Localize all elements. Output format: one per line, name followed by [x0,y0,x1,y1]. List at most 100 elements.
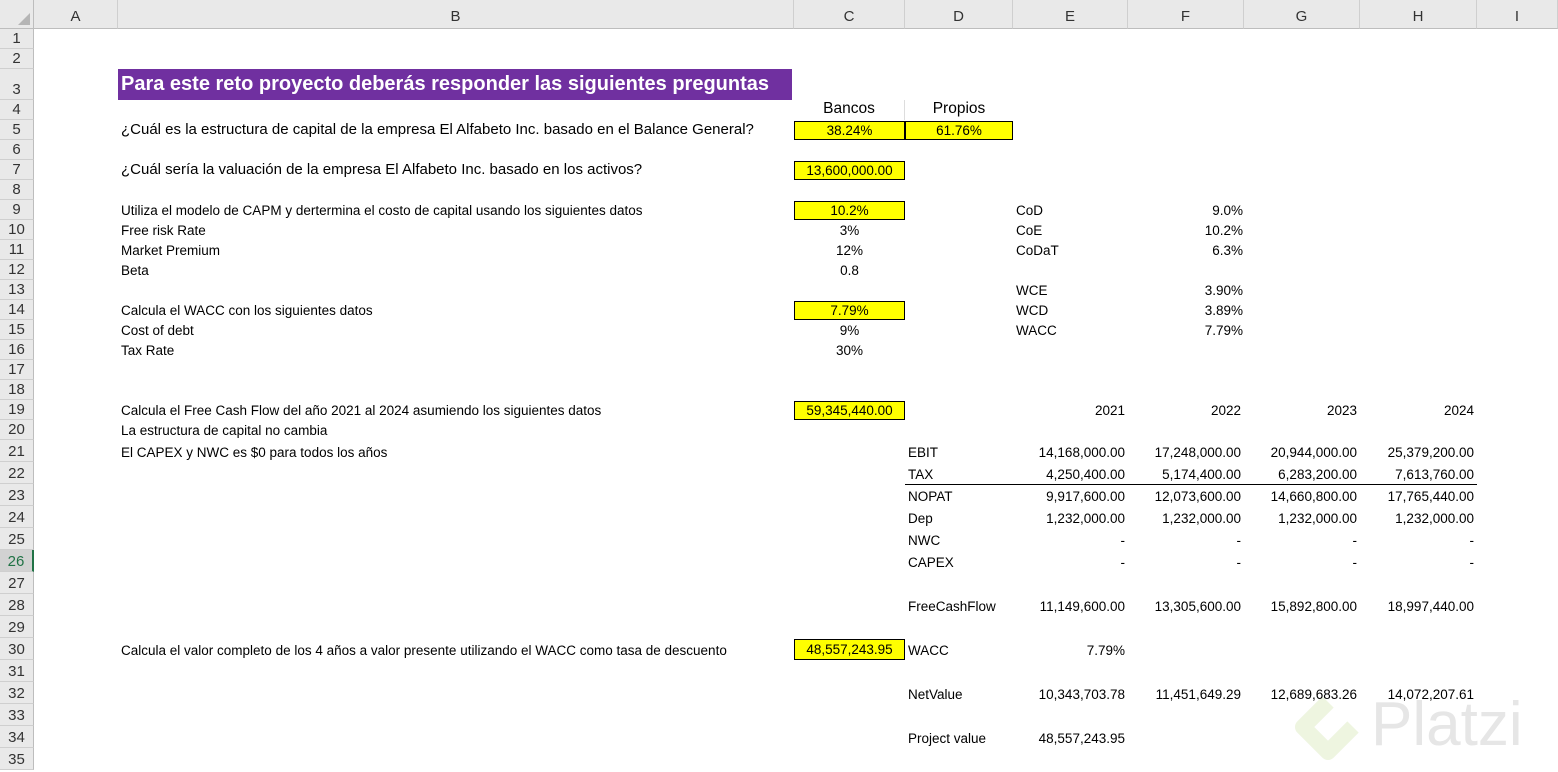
cell-b5[interactable]: ¿Cuál es la estructura de capital de la … [118,120,794,140]
cell-e28[interactable]: 11,149,600.00 [1013,594,1128,616]
cell-b9[interactable]: Utiliza el modelo de CAPM y dertermina e… [118,200,794,220]
row-header-24[interactable]: 24 [0,506,34,528]
cell-c7[interactable]: 13,600,000.00 [794,161,905,180]
row-header-13[interactable]: 13 [0,280,34,300]
cell-e14[interactable]: WCD [1013,300,1128,320]
cell-h19[interactable]: 2024 [1360,400,1477,420]
cell-f21[interactable]: 17,248,000.00 [1128,440,1244,462]
cell-b14[interactable]: Calcula el WACC con los siguientes datos [118,300,794,320]
cell-b12[interactable]: Beta [118,260,794,280]
row-header-34[interactable]: 34 [0,726,34,748]
row-header-2[interactable]: 2 [0,49,34,69]
cell-f32[interactable]: 11,451,649.29 [1128,682,1244,704]
row-header-19[interactable]: 19 [0,400,34,420]
cell-g19[interactable]: 2023 [1244,400,1360,420]
cell-g32[interactable]: 12,689,683.26 [1244,682,1360,704]
cell-b30[interactable]: Calcula el valor completo de los 4 años … [118,638,794,660]
cell-b19[interactable]: Calcula el Free Cash Flow del año 2021 a… [118,400,794,420]
column-header-c[interactable]: C [794,0,905,29]
cell-g22[interactable]: 6,283,200.00 [1244,462,1360,485]
cell-c16[interactable]: 30% [794,340,905,360]
cell-b16[interactable]: Tax Rate [118,340,794,360]
row-header-9[interactable]: 9 [0,200,34,220]
row-header-10[interactable]: 10 [0,220,34,240]
cell-d25[interactable]: NWC [905,528,1013,550]
cell-h32[interactable]: 14,072,207.61 [1360,682,1477,704]
row-header-22[interactable]: 22 [0,462,34,484]
cell-h25[interactable]: - [1360,528,1477,550]
cell-d28[interactable]: FreeCashFlow [905,594,1013,616]
cell-f13[interactable]: 3.90% [1128,280,1246,300]
cell-f15[interactable]: 7.79% [1128,320,1246,340]
cell-d21[interactable]: EBIT [905,440,1013,462]
cell-c9[interactable]: 10.2% [794,201,905,220]
cell-h22[interactable]: 7,613,760.00 [1360,462,1477,485]
row-header-27[interactable]: 27 [0,572,34,594]
cell-b21[interactable]: El CAPEX y NWC es $0 para todos los años [118,440,794,462]
cell-e32[interactable]: 10,343,703.78 [1013,682,1128,704]
cell-d23[interactable]: NOPAT [905,484,1013,506]
cell-b10[interactable]: Free risk Rate [118,220,794,240]
row-header-20[interactable]: 20 [0,420,34,440]
row-header-21[interactable]: 21 [0,440,34,462]
cell-c10[interactable]: 3% [794,220,905,240]
cell-d24[interactable]: Dep [905,506,1013,528]
column-header-d[interactable]: D [905,0,1013,29]
row-header-8[interactable]: 8 [0,180,34,200]
cell-f23[interactable]: 12,073,600.00 [1128,484,1244,506]
cell-g26[interactable]: - [1244,550,1360,572]
row-header-4[interactable]: 4 [0,100,34,120]
cell-c14[interactable]: 7.79% [794,301,905,320]
row-header-18[interactable]: 18 [0,380,34,400]
cell-c12[interactable]: 0.8 [794,260,905,280]
row-header-33[interactable]: 33 [0,704,34,726]
cell-e15[interactable]: WACC [1013,320,1128,340]
cell-h21[interactable]: 25,379,200.00 [1360,440,1477,462]
cell-b3[interactable]: Para este reto proyecto deberás responde… [118,69,792,100]
cell-f25[interactable]: - [1128,528,1244,550]
column-header-g[interactable]: G [1244,0,1360,29]
spreadsheet[interactable]: Platzi A B C D E F G H I 1 2 3 4 5 6 7 8 9 10 11 12 13 14 15 16 1… [0,0,1558,772]
cell-e26[interactable]: - [1013,550,1128,572]
column-header-f[interactable]: F [1128,0,1244,29]
cell-f11[interactable]: 6.3% [1128,240,1246,260]
column-header-h[interactable]: H [1360,0,1477,29]
row-header-12[interactable]: 12 [0,260,34,280]
cell-f22[interactable]: 5,174,400.00 [1128,462,1244,485]
row-header-15[interactable]: 15 [0,320,34,340]
row-header-14[interactable]: 14 [0,300,34,320]
row-header-28[interactable]: 28 [0,594,34,616]
cell-c11[interactable]: 12% [794,240,905,260]
cell-h24[interactable]: 1,232,000.00 [1360,506,1477,528]
cell-f26[interactable]: - [1128,550,1244,572]
cell-d26[interactable]: CAPEX [905,550,1013,572]
cell-e24[interactable]: 1,232,000.00 [1013,506,1128,528]
cell-c19[interactable]: 59,345,440.00 [794,401,905,420]
column-header-b[interactable]: B [118,0,794,29]
cell-f24[interactable]: 1,232,000.00 [1128,506,1244,528]
cell-f10[interactable]: 10.2% [1128,220,1246,240]
cell-c30[interactable]: 48,557,243.95 [794,639,905,660]
cell-e19[interactable]: 2021 [1013,400,1128,420]
cell-e34[interactable]: 48,557,243.95 [1013,726,1128,748]
cell-e9[interactable]: CoD [1013,200,1128,220]
cell-d5[interactable]: 61.76% [905,121,1013,140]
row-header-30[interactable]: 30 [0,638,34,660]
row-header-3[interactable]: 3 [0,69,34,100]
cell-g21[interactable]: 20,944,000.00 [1244,440,1360,462]
cell-d30[interactable]: WACC [905,638,1013,660]
cell-d34[interactable]: Project value [905,726,1013,748]
cell-c15[interactable]: 9% [794,320,905,340]
cell-g25[interactable]: - [1244,528,1360,550]
cell-e23[interactable]: 9,917,600.00 [1013,484,1128,506]
cell-b20[interactable]: La estructura de capital no cambia [118,420,794,440]
row-header-31[interactable]: 31 [0,660,34,682]
column-header-a[interactable]: A [34,0,118,29]
cell-d4[interactable]: Propios [905,100,1013,120]
row-header-25[interactable]: 25 [0,528,34,550]
row-header-5[interactable]: 5 [0,120,34,140]
cell-e30[interactable]: 7.79% [1013,638,1128,660]
row-header-29[interactable]: 29 [0,616,34,638]
cell-h23[interactable]: 17,765,440.00 [1360,484,1477,506]
cell-b15[interactable]: Cost of debt [118,320,794,340]
